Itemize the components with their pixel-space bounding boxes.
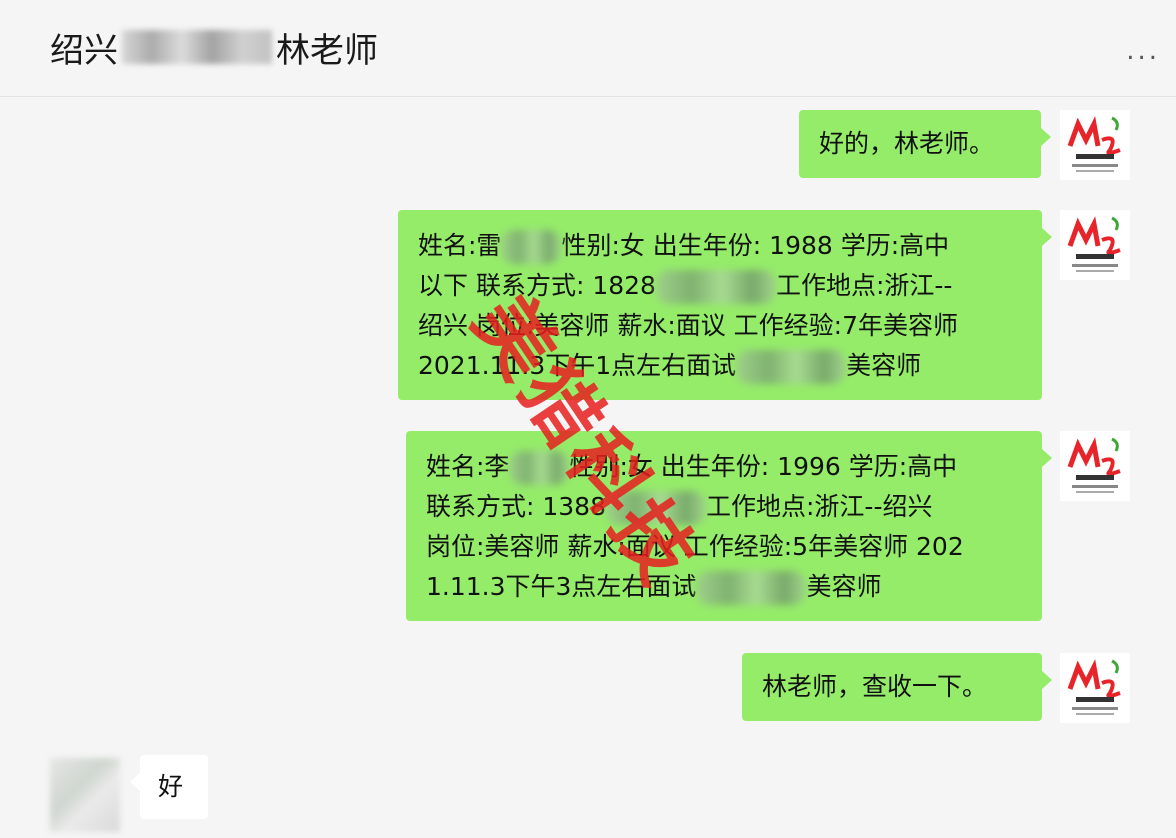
- message-line: 岗位:美容师 薪水:面议 工作经验:5年美容师 202: [426, 532, 964, 561]
- redacted-text: [696, 571, 807, 605]
- self-avatar[interactable]: [1060, 210, 1130, 280]
- message-line: 联系方式: 1388 工作地点:浙江--绍兴: [426, 487, 1022, 527]
- message-line: 姓名:雷 性别:女 出生年份: 1988 学历:高中: [418, 226, 1022, 266]
- self-avatar[interactable]: [1060, 653, 1130, 723]
- message-line: 姓名:李 性别:女 出生年份: 1996 学历:高中: [426, 447, 1022, 487]
- chat-header: 绍兴 林老师 ...: [0, 0, 1176, 97]
- redacted-text: [501, 230, 562, 264]
- chat-title: 绍兴 林老师: [50, 22, 378, 72]
- message-text-1: 好的，林老师。: [819, 129, 995, 158]
- message-bubble-4[interactable]: 林老师，查收一下。: [742, 653, 1052, 721]
- self-avatar[interactable]: [1060, 110, 1130, 180]
- message-text-5: 好: [158, 772, 184, 801]
- redacted-text: [655, 270, 776, 304]
- company-logo-icon: [1060, 653, 1130, 723]
- redacted-text: [736, 350, 847, 384]
- company-logo-icon: [1060, 431, 1130, 501]
- peer-avatar[interactable]: [50, 758, 120, 832]
- company-logo-icon: [1060, 210, 1130, 280]
- more-options-button[interactable]: ...: [1126, 38, 1160, 64]
- chat-title-suffix: 林老师: [276, 30, 378, 71]
- blurred-name: [122, 30, 272, 64]
- chat-title-prefix: 绍兴: [50, 30, 118, 71]
- company-logo-icon: [1060, 110, 1130, 180]
- self-avatar[interactable]: [1060, 431, 1130, 501]
- message-bubble-5[interactable]: 好: [130, 755, 208, 819]
- message-line: 1.11.3下午3点左右面试 美容师: [426, 567, 1022, 607]
- message-bubble-1[interactable]: 好的，林老师。: [799, 110, 1051, 178]
- message-text-4: 林老师，查收一下。: [762, 672, 988, 701]
- message-bubble-3[interactable]: 姓名:李 性别:女 出生年份: 1996 学历:高中 联系方式: 1388 工作地点…: [406, 431, 1052, 621]
